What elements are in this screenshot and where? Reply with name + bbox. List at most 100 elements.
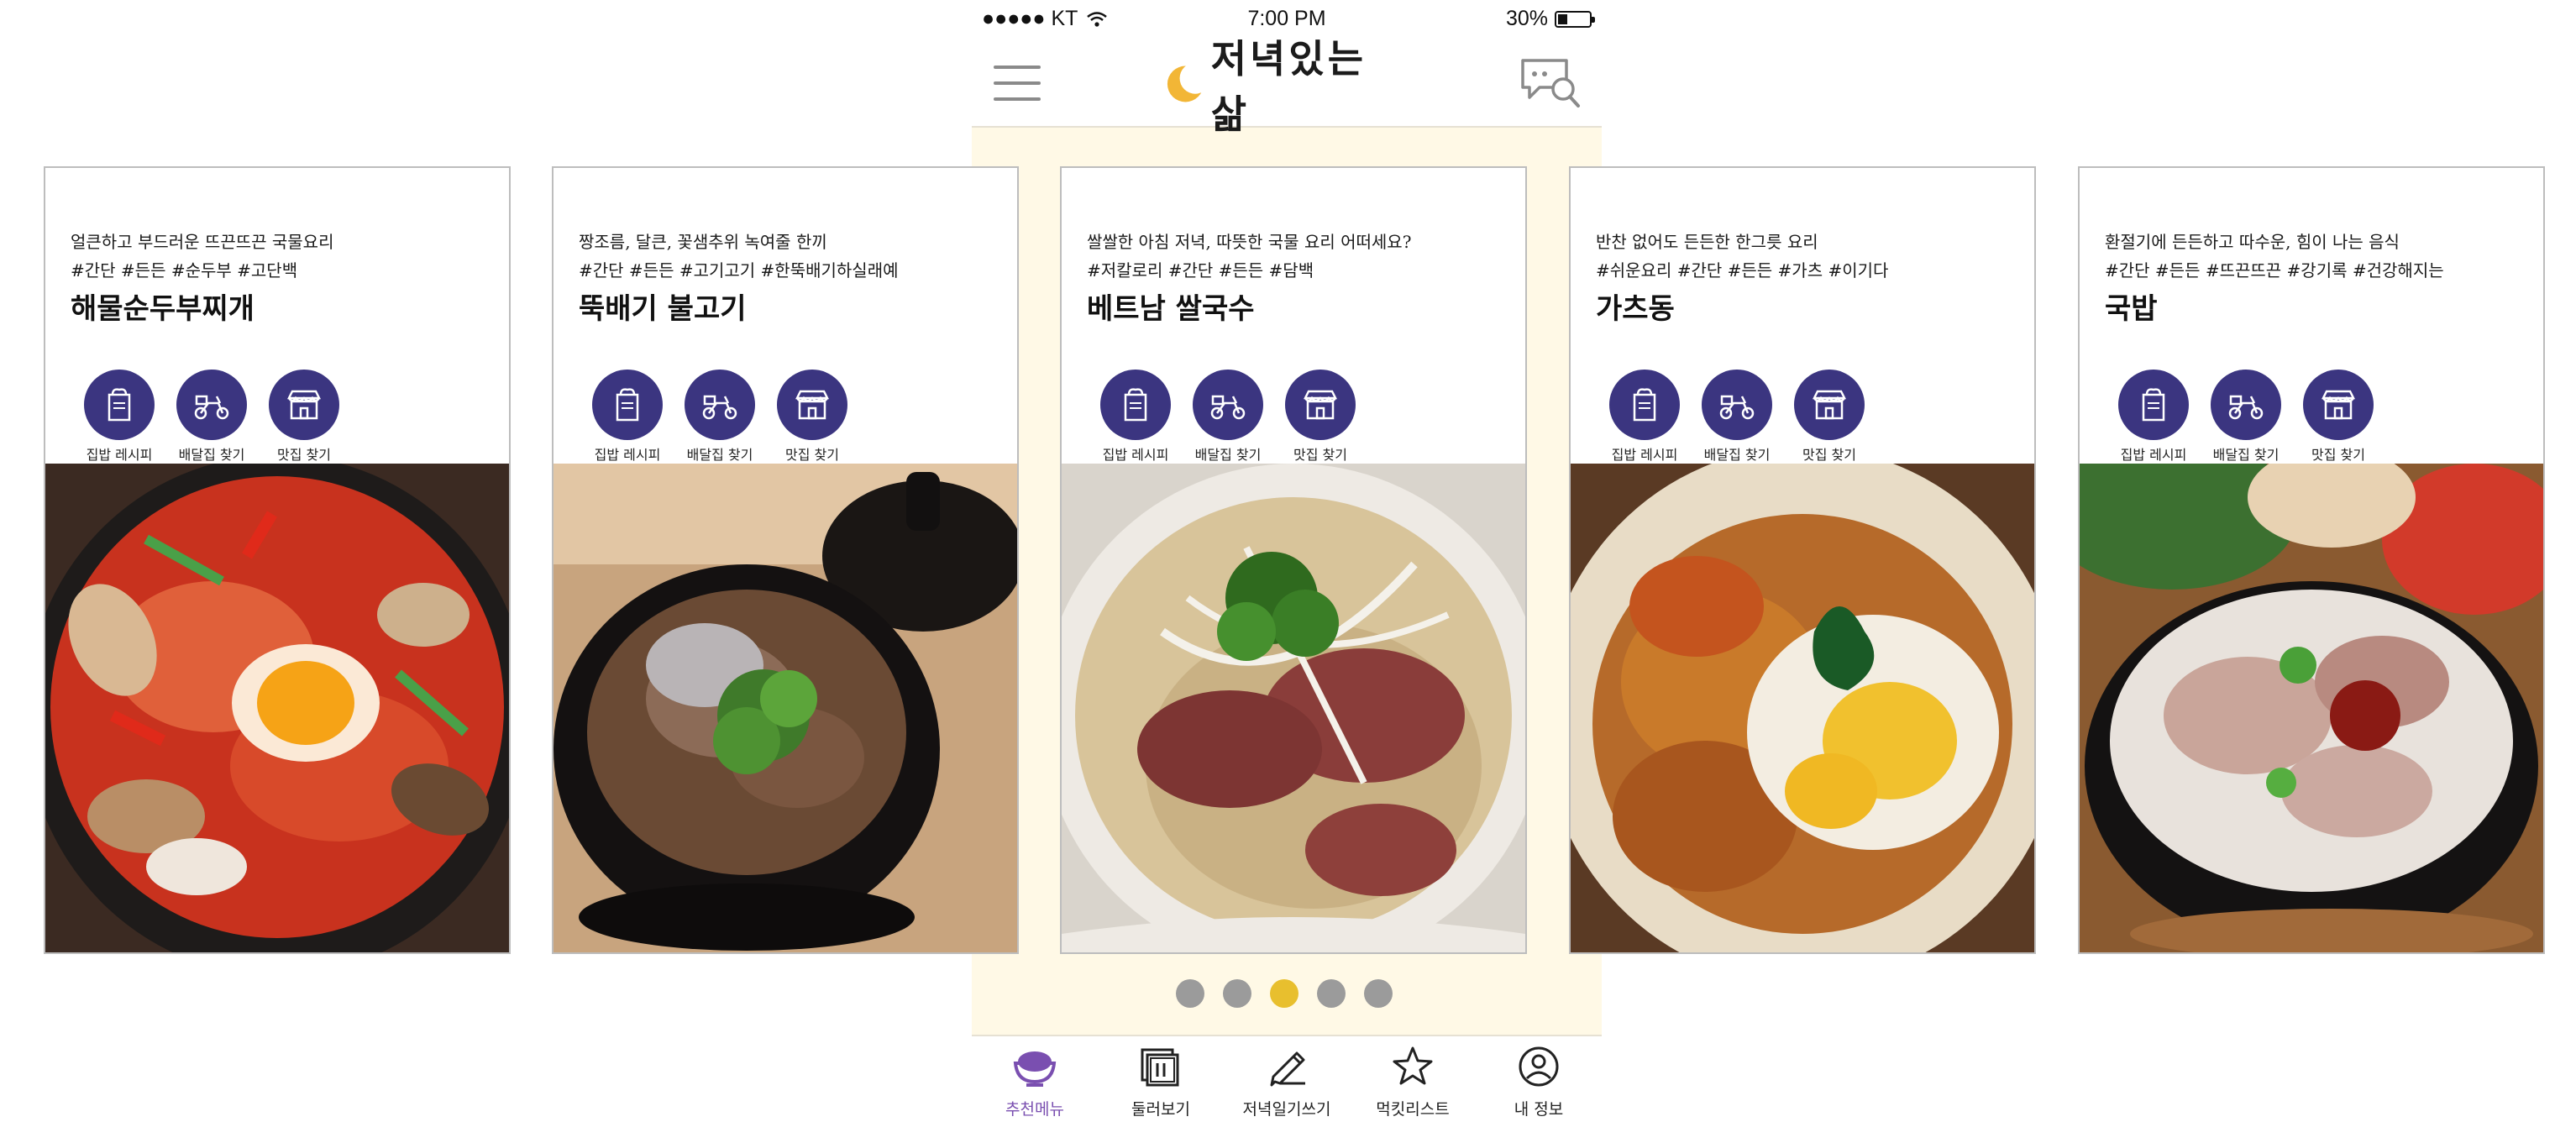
dish-name: 해물순두부찌개 [71,292,254,326]
delivery-button[interactable]: 배달집 찾기 [674,370,758,466]
recipe-icon [592,370,663,440]
recipe-card[interactable]: 짱조름, 달큰, 꽃샘추위 녹여줄 한끼 #간단 #든든 #고기고기 #한뚝배기… [552,166,1019,954]
restaurant-icon [1794,370,1865,440]
pager-dot[interactable] [1223,979,1251,1008]
bottom-tab-bar: 추천메뉴 둘러보기 저녁일기쓰기 먹킷리스트 내 정보 [972,1035,1602,1122]
dish-photo [1062,464,1525,952]
delivery-button[interactable]: 배달집 찾기 [1692,370,1776,466]
dish-description: 짱조름, 달큰, 꽃샘추위 녹여줄 한끼 [579,232,827,252]
dish-photo [2080,464,2543,952]
chat-search-icon[interactable] [1518,54,1585,114]
dish-description: 얼큰하고 부드러운 뜨끈뜨끈 국물요리 [71,232,334,252]
delivery-button[interactable]: 배달집 찾기 [1183,370,1267,466]
dish-photo [553,464,1017,952]
pager-dot[interactable] [1364,979,1393,1008]
dish-name: 뚝배기 불고기 [579,292,747,326]
pencil-icon [1270,1051,1305,1087]
restaurant-button[interactable]: 맛집 찾기 [1275,370,1359,466]
recipe-button[interactable]: 집밥 레시피 [2108,370,2192,466]
action-label: 맛집 찾기 [1802,447,1856,463]
tab-label: 저녁일기쓰기 [1242,1100,1331,1119]
dish-description: 환절기에 든든하고 따수운, 힘이 나는 음식 [2105,232,2400,252]
logo-text: 저녁있는 삶 [1210,36,1367,137]
recipe-card[interactable]: 반찬 없어도 든든한 한그릇 요리 #쉬운요리 #간단 #든든 #가츠 #이기다… [1569,166,2036,954]
dish-tags: #간단 #든든 #고기고기 #한뚝배기하실래예 [579,260,899,280]
moon-icon [1167,63,1206,102]
rice-bowl-icon [1013,1051,1057,1087]
hamburger-menu-icon[interactable] [990,60,1044,107]
dish-tags: #간단 #든든 #순두부 #고단백 [71,260,298,280]
recipe-button[interactable]: 집밥 레시피 [1599,370,1683,466]
action-label: 집밥 레시피 [1611,447,1678,463]
dish-photo [45,464,509,952]
restaurant-button[interactable]: 맛집 찾기 [259,370,343,466]
app-header: 저녁있는 삶 [972,36,1602,137]
delivery-icon [1702,370,1772,440]
card-actions: 집밥 레시피 배달집 찾기 맛집 찾기 [582,370,985,466]
recipe-card[interactable]: 환절기에 든든하고 따수운, 힘이 나는 음식 #간단 #든든 #뜨끈뜨끈 #강… [2078,166,2545,954]
star-icon [1393,1046,1433,1085]
dish-photo [1571,464,2034,952]
restaurant-button[interactable]: 맛집 찾기 [2293,370,2377,466]
delivery-icon [2211,370,2281,440]
restaurant-icon [1285,370,1356,440]
action-label: 집밥 레시피 [1102,447,1169,463]
recipe-button[interactable]: 집밥 레시피 [582,370,666,466]
delivery-button[interactable]: 배달집 찾기 [166,370,250,466]
tab-label: 추천메뉴 [1005,1100,1064,1119]
delivery-icon [1193,370,1263,440]
action-label: 집밥 레시피 [594,447,661,463]
restaurant-button[interactable]: 맛집 찾기 [767,370,851,466]
gallery-icon [1141,1048,1179,1087]
recipe-card[interactable]: 쌀쌀한 아침 저녁, 따뜻한 국물 요리 어떠세요? #저칼로리 #간단 #든든… [1060,166,1527,954]
carousel-pager [1176,979,1403,1009]
action-label: 집밥 레시피 [86,447,153,463]
restaurant-button[interactable]: 맛집 찾기 [1784,370,1868,466]
recipe-icon [84,370,155,440]
tab-label: 내 정보 [1514,1100,1564,1119]
action-label: 집밥 레시피 [2120,447,2187,463]
action-label: 맛집 찾기 [1293,447,1347,463]
tab-write-diary[interactable]: 저녁일기쓰기 [1224,1036,1350,1122]
tab-label: 둘러보기 [1131,1100,1190,1119]
pager-dot[interactable] [1317,979,1346,1008]
dish-description: 쌀쌀한 아침 저녁, 따뜻한 국물 요리 어떠세요? [1087,232,1412,252]
dish-tags: #간단 #든든 #뜨끈뜨끈 #강기록 #건강해지는 [2105,260,2444,280]
tab-my-info[interactable]: 내 정보 [1476,1036,1602,1122]
dish-name: 가츠동 [1596,292,1675,326]
card-actions: 집밥 레시피 배달집 찾기 맛집 찾기 [2108,370,2511,466]
recipe-card[interactable]: 얼큰하고 부드러운 뜨끈뜨끈 국물요리 #간단 #든든 #순두부 #고단백 해물… [44,166,511,954]
dish-name: 국밥 [2105,292,2158,326]
action-label: 맛집 찾기 [785,447,839,463]
pager-dot[interactable] [1270,979,1298,1008]
action-label: 배달집 찾기 [1703,447,1771,463]
action-label: 배달집 찾기 [178,447,245,463]
restaurant-icon [777,370,847,440]
restaurant-icon [2303,370,2374,440]
card-actions: 집밥 레시피 배달집 찾기 맛집 찾기 [1599,370,2002,466]
delivery-icon [685,370,755,440]
recipe-button[interactable]: 집밥 레시피 [74,370,158,466]
action-label: 배달집 찾기 [2212,447,2280,463]
tab-recommend[interactable]: 추천메뉴 [972,1036,1098,1122]
tab-bucket-list[interactable]: 먹킷리스트 [1350,1036,1476,1122]
dish-description: 반찬 없어도 든든한 한그릇 요리 [1596,232,1818,252]
delivery-icon [176,370,247,440]
app-logo: 저녁있는 삶 [1165,36,1417,137]
battery-icon [1555,10,1595,28]
recipe-button[interactable]: 집밥 레시피 [1090,370,1174,466]
delivery-button[interactable]: 배달집 찾기 [2201,370,2285,466]
action-label: 맛집 찾기 [277,447,331,463]
tab-browse[interactable]: 둘러보기 [1098,1036,1224,1122]
dish-tags: #저칼로리 #간단 #든든 #담백 [1087,260,1314,280]
pager-dot[interactable] [1176,979,1204,1008]
tab-label: 먹킷리스트 [1376,1100,1450,1119]
recipe-icon [1609,370,1680,440]
restaurant-icon [269,370,339,440]
dish-name: 베트남 쌀국수 [1087,292,1255,326]
battery-percent: 30% [1505,7,1548,30]
action-label: 배달집 찾기 [686,447,753,463]
action-label: 배달집 찾기 [1194,447,1262,463]
user-icon [1519,1046,1559,1087]
action-label: 맛집 찾기 [2311,447,2365,463]
